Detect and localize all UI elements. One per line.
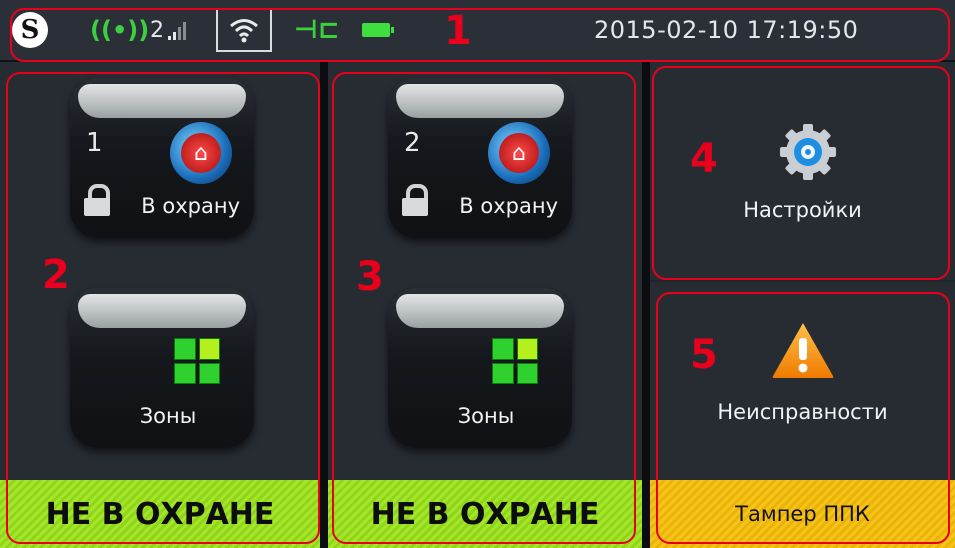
zones-grid-icon — [174, 338, 220, 384]
logo-letter: S — [20, 15, 40, 45]
partition-2-status: НЕ В ОХРАНЕ — [328, 480, 642, 548]
gear-icon — [780, 124, 836, 180]
arm-label: В охрану — [141, 194, 240, 218]
wifi-icon — [216, 8, 272, 52]
arm-partition-2-button[interactable]: 2 ⌂ В охрану — [388, 78, 572, 238]
zones-label: Зоны — [139, 404, 197, 428]
lock-icon — [84, 184, 110, 216]
partition-number: 1 — [86, 128, 103, 158]
zones-partition-1-button[interactable]: Зоны — [70, 288, 254, 448]
radio-signal-icon: ((•)) — [90, 16, 150, 44]
warning-icon — [772, 323, 834, 378]
gsm-level: 2 — [150, 17, 164, 43]
divider — [320, 62, 328, 548]
divider — [642, 62, 650, 548]
partition-number: 2 — [404, 128, 421, 158]
partition-1-status: НЕ В ОХРАНЕ — [0, 480, 320, 548]
settings-label: Настройки — [743, 198, 862, 222]
faults-button[interactable] — [650, 282, 955, 480]
annotation-number-5: 5 — [690, 332, 718, 378]
house-alarm-icon: ⌂ — [170, 122, 232, 184]
lock-icon — [402, 184, 428, 216]
battery-icon — [362, 8, 394, 52]
zones-partition-2-button[interactable]: Зоны — [388, 288, 572, 448]
faults-label: Неисправности — [717, 400, 888, 424]
datetime: 2015-02-10 17:19:50 — [594, 16, 859, 44]
fault-status: Тампер ППК — [650, 480, 955, 548]
gsm-signal-icon: 2 — [150, 8, 186, 52]
status-bar: S ((•)) 2 ⊣⊏ 2015-02-10 17:19:50 — [0, 0, 955, 62]
power-plug-icon: ⊣⊏ — [294, 15, 340, 45]
zones-label: Зоны — [457, 404, 515, 428]
annotation-number-1: 1 — [444, 8, 472, 54]
arm-partition-1-button[interactable]: 1 ⌂ В охрану — [70, 78, 254, 238]
alarm-panel-screen: S ((•)) 2 ⊣⊏ 2015-02-10 17:19:50 1 ⌂ В о… — [0, 0, 955, 548]
annotation-number-3: 3 — [356, 254, 384, 300]
logo-icon: S — [12, 8, 54, 52]
annotation-number-4: 4 — [690, 136, 718, 182]
zones-grid-icon — [492, 338, 538, 384]
annotation-number-2: 2 — [42, 252, 70, 298]
house-alarm-icon: ⌂ — [488, 122, 550, 184]
arm-label: В охрану — [459, 194, 558, 218]
